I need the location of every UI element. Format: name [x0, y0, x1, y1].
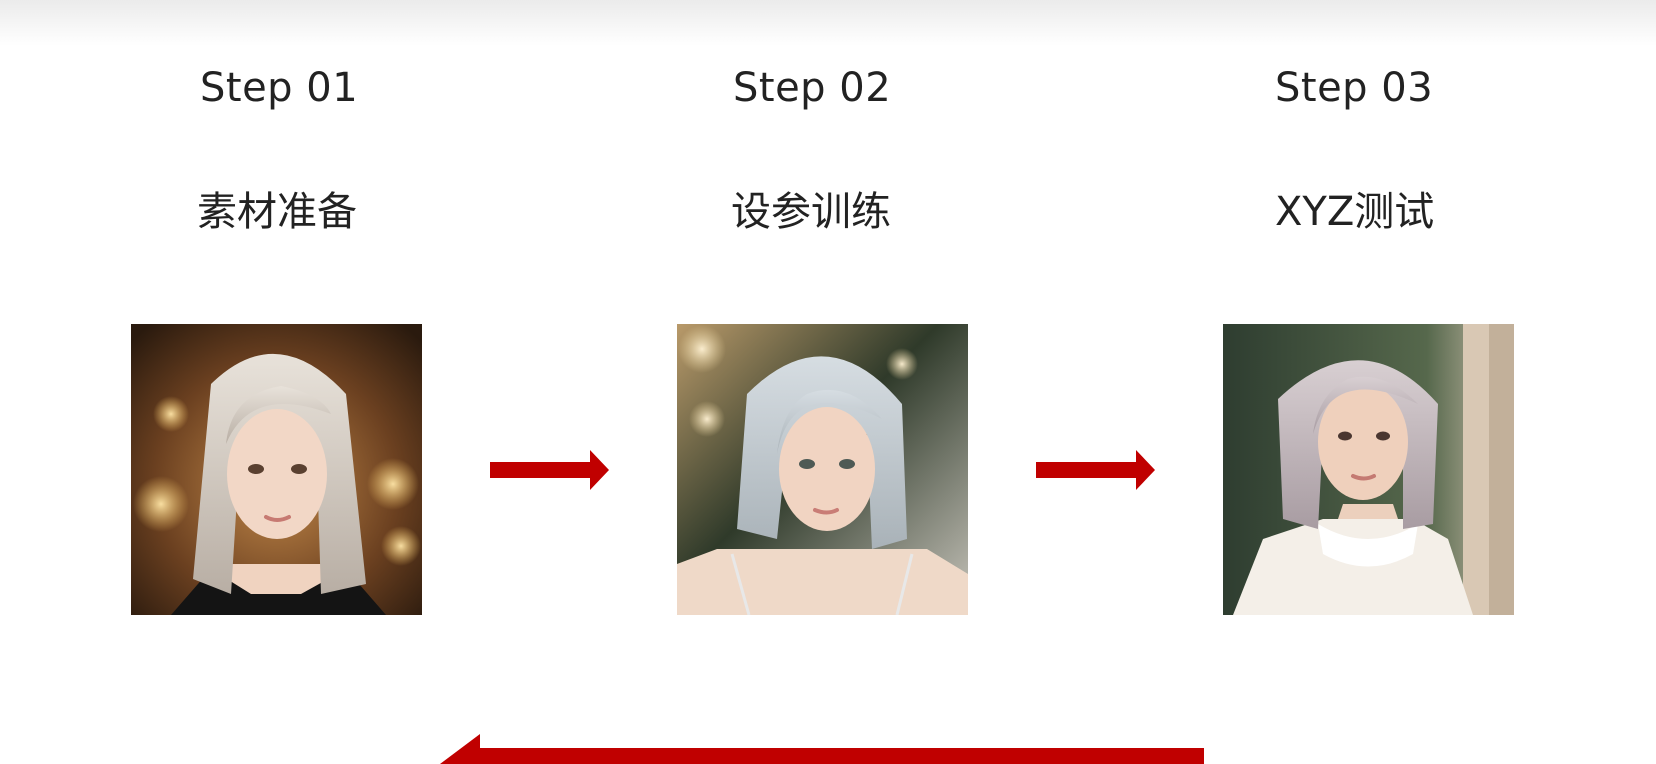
step-3-photo [1223, 324, 1514, 615]
step-2-number: Step 02 [733, 65, 892, 111]
step-3-title: XYZ测试 [1275, 189, 1435, 235]
arrow-left-icon [440, 734, 1204, 764]
arrow-right-icon [1036, 450, 1155, 490]
step-3-number: Step 03 [1275, 65, 1434, 111]
arrow-right-icon [490, 450, 609, 490]
step-1-number: Step 01 [200, 65, 359, 111]
step-2-photo [677, 324, 968, 615]
top-gradient-band [0, 0, 1656, 46]
step-1-title: 素材准备 [197, 189, 357, 235]
step-1-photo [131, 324, 422, 615]
step-2-title: 设参训练 [731, 189, 891, 235]
